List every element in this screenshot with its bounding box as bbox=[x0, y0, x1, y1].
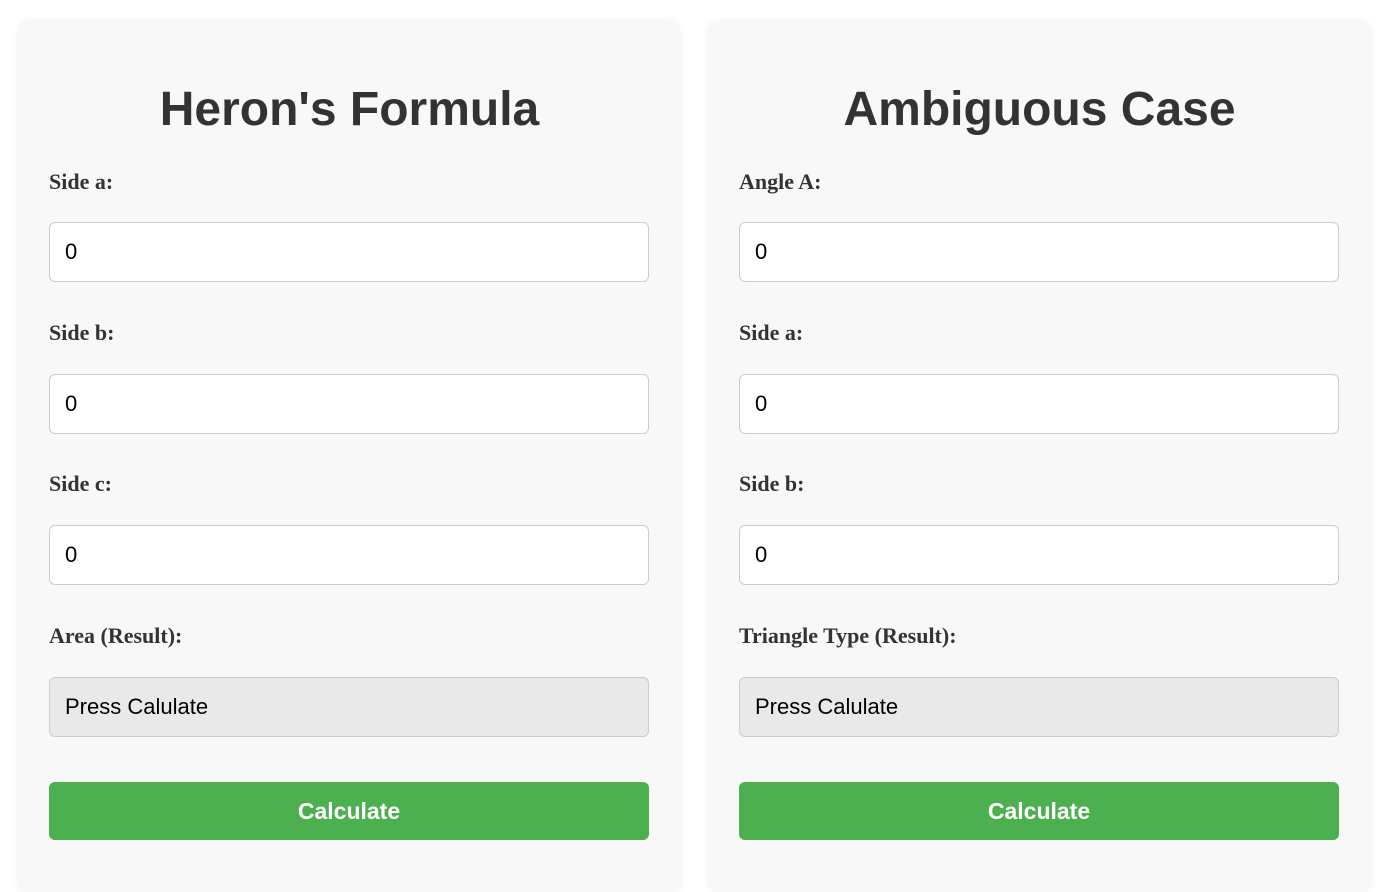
heron-calculate-button[interactable]: Calculate bbox=[49, 782, 649, 840]
side-b-input[interactable] bbox=[49, 374, 649, 434]
angle-a-label: Angle A: bbox=[739, 169, 822, 194]
side-b-label: Side b: bbox=[49, 320, 115, 345]
side-a-label: Side a: bbox=[49, 169, 114, 194]
ambiguous-case-panel: Ambiguous Case Angle A: Side a: Side b: … bbox=[709, 22, 1370, 892]
herons-formula-panel: Heron's Formula Side a: Side b: Side c: … bbox=[19, 22, 680, 892]
ambiguous-case-title: Ambiguous Case bbox=[843, 83, 1236, 136]
ambiguous-side-a-input[interactable] bbox=[739, 374, 1339, 434]
ambiguous-side-a-label: Side a: bbox=[739, 320, 804, 345]
angle-a-input[interactable] bbox=[739, 222, 1339, 282]
side-a-input[interactable] bbox=[49, 222, 649, 282]
ambiguous-side-b-input[interactable] bbox=[739, 525, 1339, 585]
ambiguous-side-b-label: Side b: bbox=[739, 471, 805, 496]
area-result-label: Area (Result): bbox=[49, 623, 183, 648]
triangle-type-result-field bbox=[739, 677, 1339, 737]
area-result-field bbox=[49, 677, 649, 737]
side-c-input[interactable] bbox=[49, 525, 649, 585]
triangle-type-result-label: Triangle Type (Result): bbox=[739, 623, 957, 648]
side-c-label: Side c: bbox=[49, 471, 112, 496]
ambiguous-calculate-button[interactable]: Calculate bbox=[739, 782, 1339, 840]
herons-formula-title: Heron's Formula bbox=[159, 83, 540, 136]
